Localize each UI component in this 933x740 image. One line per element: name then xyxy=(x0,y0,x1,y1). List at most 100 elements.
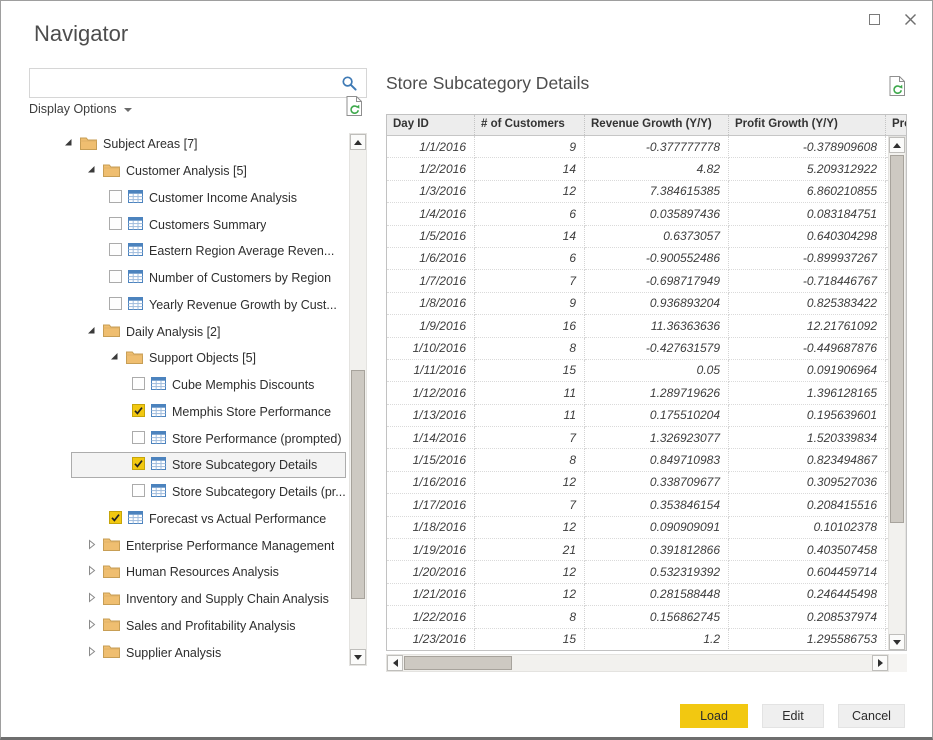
edit-button[interactable]: Edit xyxy=(762,704,824,728)
table-cell: -0.377777778 xyxy=(585,136,729,158)
scroll-thumb[interactable] xyxy=(404,656,512,670)
collapsed-triangle-icon[interactable] xyxy=(86,646,97,660)
scroll-down-button[interactable] xyxy=(889,634,905,650)
collapsed-triangle-icon[interactable] xyxy=(86,619,97,633)
table-cell: -0.427631579 xyxy=(585,338,729,360)
expanded-triangle-icon[interactable] xyxy=(63,137,74,151)
table-horizontal-scrollbar[interactable] xyxy=(386,654,889,672)
tree-scrollbar[interactable] xyxy=(349,133,367,666)
folder-icon xyxy=(80,136,97,153)
tree-item-label: Customers Summary xyxy=(149,218,266,232)
tree-folder-item[interactable]: Human Resources Analysis xyxy=(29,559,367,586)
tree-item-label: Sales and Profitability Analysis xyxy=(126,619,296,633)
unchecked-checkbox[interactable] xyxy=(109,297,122,313)
table-row: 1/17/201670.3538461540.208415516 xyxy=(387,494,906,516)
table-vertical-scrollbar[interactable] xyxy=(888,136,906,651)
maximize-button[interactable] xyxy=(864,9,884,29)
table-cell: 0.532319392 xyxy=(585,561,729,583)
tree-folder-item[interactable]: Supplier Analysis xyxy=(29,639,367,666)
tree-folder-item[interactable]: Customer Analysis [5] xyxy=(29,158,367,185)
tree-table-item[interactable]: Customers Summary xyxy=(29,211,367,238)
tree-table-item[interactable]: Number of Customers by Region xyxy=(29,265,367,292)
tree-item-label: Support Objects [5] xyxy=(149,351,256,365)
load-button[interactable]: Load xyxy=(680,704,748,728)
tree-table-item[interactable]: Memphis Store Performance xyxy=(29,399,367,426)
table-cell: 12 xyxy=(475,561,585,583)
tree-item-label: Inventory and Supply Chain Analysis xyxy=(126,592,329,606)
table-icon xyxy=(151,457,166,473)
table-icon xyxy=(151,377,166,393)
refresh-tree-button[interactable] xyxy=(346,95,363,122)
tree-folder-item[interactable]: Support Objects [5] xyxy=(29,345,367,372)
scroll-right-button[interactable] xyxy=(872,655,888,671)
scroll-down-button[interactable] xyxy=(350,649,366,665)
table-cell: 0.090909091 xyxy=(585,517,729,539)
expanded-triangle-icon[interactable] xyxy=(86,164,97,178)
table-cell: 0.640304298 xyxy=(729,226,886,248)
table-cell: -0.378909608 xyxy=(729,136,886,158)
checked-checkbox[interactable] xyxy=(132,457,145,473)
collapsed-triangle-icon[interactable] xyxy=(86,565,97,579)
tree-folder-item[interactable]: Sales and Profitability Analysis xyxy=(29,613,367,640)
tree-folder-item[interactable]: Enterprise Performance Management xyxy=(29,532,367,559)
table-cell: 11 xyxy=(475,382,585,404)
tree-table-item[interactable]: Store Subcategory Details xyxy=(29,452,367,479)
scroll-thumb[interactable] xyxy=(351,370,365,599)
checked-checkbox[interactable] xyxy=(132,404,145,420)
tree-table-item[interactable]: Store Performance (prompted) xyxy=(29,425,367,452)
tree-table-item[interactable]: Customer Income Analysis xyxy=(29,185,367,212)
table-header-row: Day ID# of CustomersRevenue Growth (Y/Y)… xyxy=(387,115,906,136)
table-cell: 0.208537974 xyxy=(729,606,886,628)
collapsed-triangle-icon[interactable] xyxy=(86,592,97,606)
unchecked-checkbox[interactable] xyxy=(132,484,145,500)
tree-folder-item[interactable]: Daily Analysis [2] xyxy=(29,318,367,345)
table-cell: 1/16/2016 xyxy=(387,472,475,494)
display-options-dropdown[interactable]: Display Options xyxy=(29,102,132,116)
unchecked-checkbox[interactable] xyxy=(109,190,122,206)
scroll-up-button[interactable] xyxy=(889,137,905,153)
close-button[interactable] xyxy=(900,9,920,29)
unchecked-checkbox[interactable] xyxy=(109,270,122,286)
scroll-thumb[interactable] xyxy=(890,155,904,523)
scroll-up-button[interactable] xyxy=(350,134,366,150)
table-cell: 1/12/2016 xyxy=(387,382,475,404)
checked-checkbox[interactable] xyxy=(109,511,122,527)
unchecked-checkbox[interactable] xyxy=(109,217,122,233)
tree-table-item[interactable]: Yearly Revenue Growth by Cust... xyxy=(29,292,367,319)
table-cell: 16 xyxy=(475,315,585,337)
preview-table: Day ID# of CustomersRevenue Growth (Y/Y)… xyxy=(386,114,907,651)
table-cell: 0.083184751 xyxy=(729,203,886,225)
tree-table-item[interactable]: Cube Memphis Discounts xyxy=(29,372,367,399)
tree-item-label: Number of Customers by Region xyxy=(149,271,331,285)
cancel-button[interactable]: Cancel xyxy=(838,704,905,728)
refresh-preview-button[interactable] xyxy=(889,75,906,102)
table-cell: -0.698717949 xyxy=(585,270,729,292)
expanded-triangle-icon[interactable] xyxy=(86,325,97,339)
table-cell: 7 xyxy=(475,427,585,449)
table-row: 1/21/2016120.2815884480.246445498 xyxy=(387,584,906,606)
tree-table-item[interactable]: Store Subcategory Details (pr... xyxy=(29,479,367,506)
unchecked-checkbox[interactable] xyxy=(109,243,122,259)
table-cell: -0.718446767 xyxy=(729,270,886,292)
table-cell: 1.520339834 xyxy=(729,427,886,449)
expanded-triangle-icon[interactable] xyxy=(109,351,120,365)
table-cell: 21 xyxy=(475,539,585,561)
table-cell: 1.295586753 xyxy=(729,629,886,651)
unchecked-checkbox[interactable] xyxy=(132,377,145,393)
table-cell: 0.091906964 xyxy=(729,360,886,382)
table-cell: 1/2/2016 xyxy=(387,158,475,180)
table-cell: 1/13/2016 xyxy=(387,405,475,427)
table-row: 1/11/2016150.050.091906964 xyxy=(387,360,906,382)
table-cell: 5.209312922 xyxy=(729,158,886,180)
collapsed-triangle-icon[interactable] xyxy=(86,539,97,553)
table-cell: 1.326923077 xyxy=(585,427,729,449)
search-icon[interactable] xyxy=(337,75,366,92)
table-row: 1/8/201690.9368932040.825383422 xyxy=(387,293,906,315)
scroll-left-button[interactable] xyxy=(387,655,403,671)
search-input[interactable] xyxy=(30,69,337,97)
unchecked-checkbox[interactable] xyxy=(132,431,145,447)
tree-table-item[interactable]: Forecast vs Actual Performance xyxy=(29,506,367,533)
tree-folder-item[interactable]: Subject Areas [7] xyxy=(29,131,367,158)
tree-folder-item[interactable]: Inventory and Supply Chain Analysis xyxy=(29,586,367,613)
tree-table-item[interactable]: Eastern Region Average Reven... xyxy=(29,238,367,265)
